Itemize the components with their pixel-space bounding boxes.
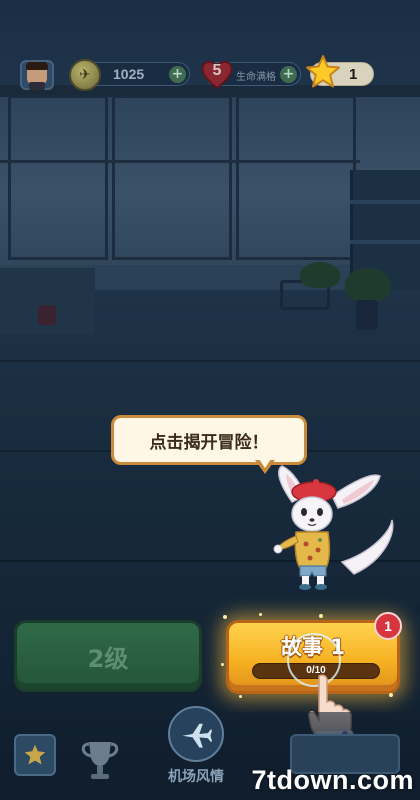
notification-badge: 1: [374, 612, 402, 640]
sparkle: [239, 695, 242, 698]
speech-bubble: 点击揭开冒险！: [111, 415, 307, 465]
lives-status: 生命满格: [236, 72, 276, 83]
background-suitcase: [38, 305, 56, 325]
star-counter[interactable]: 1: [306, 55, 374, 88]
fox-character[interactable]: [272, 462, 400, 592]
sparkle: [389, 693, 393, 697]
add-coins-button[interactable]: +: [169, 66, 186, 83]
background-plant: [345, 268, 391, 302]
speech-bubble-tail-inner: [259, 459, 271, 468]
background-pot: [356, 300, 378, 330]
floor-seam: [0, 360, 420, 362]
lives-value: 5: [212, 62, 222, 79]
life-counter[interactable]: 5 生命满格 +: [201, 60, 301, 90]
coin-value: 1025: [113, 66, 145, 82]
background-window-frame: [236, 95, 356, 260]
game-screen: ✈ 1025 + 5 生命满格 + 1 点击揭开冒险！ 2级 故事 1 0/10…: [0, 0, 420, 800]
background-window-frame: [8, 95, 108, 260]
player-avatar[interactable]: [20, 60, 54, 90]
nav-home[interactable]: [14, 734, 56, 776]
sparkle: [221, 663, 224, 666]
heart-icon: 5: [200, 58, 234, 90]
shelf-board: [350, 240, 420, 244]
sparkle: [223, 615, 227, 619]
bubble-text: 点击揭开冒险！: [149, 432, 269, 453]
nav-trophy[interactable]: [75, 734, 125, 784]
notification-count: 1: [384, 618, 392, 634]
coin-icon: ✈: [69, 59, 101, 91]
add-lives-button[interactable]: +: [280, 66, 297, 83]
avatar-face: [26, 62, 48, 90]
trophy-icon: [81, 742, 119, 779]
sparkle: [259, 613, 262, 616]
airplane-icon: [168, 706, 224, 762]
sparkle: [319, 614, 323, 618]
background-window-bar: [0, 160, 360, 163]
background-plant: [300, 262, 340, 288]
shelf-board: [350, 200, 420, 204]
level-button[interactable]: 2级: [14, 620, 202, 692]
nav-airport-label: 机场风情: [168, 769, 224, 785]
stars-value: 1: [349, 66, 358, 83]
level-label: 2级: [87, 644, 129, 673]
house-star-icon: [14, 734, 56, 776]
coin-counter[interactable]: ✈ 1025 +: [69, 59, 190, 91]
background-window-frame: [112, 95, 232, 260]
watermark: 7tdown.com: [251, 765, 414, 795]
star-icon: [305, 54, 341, 90]
nav-airport[interactable]: 机场风情: [168, 706, 224, 786]
